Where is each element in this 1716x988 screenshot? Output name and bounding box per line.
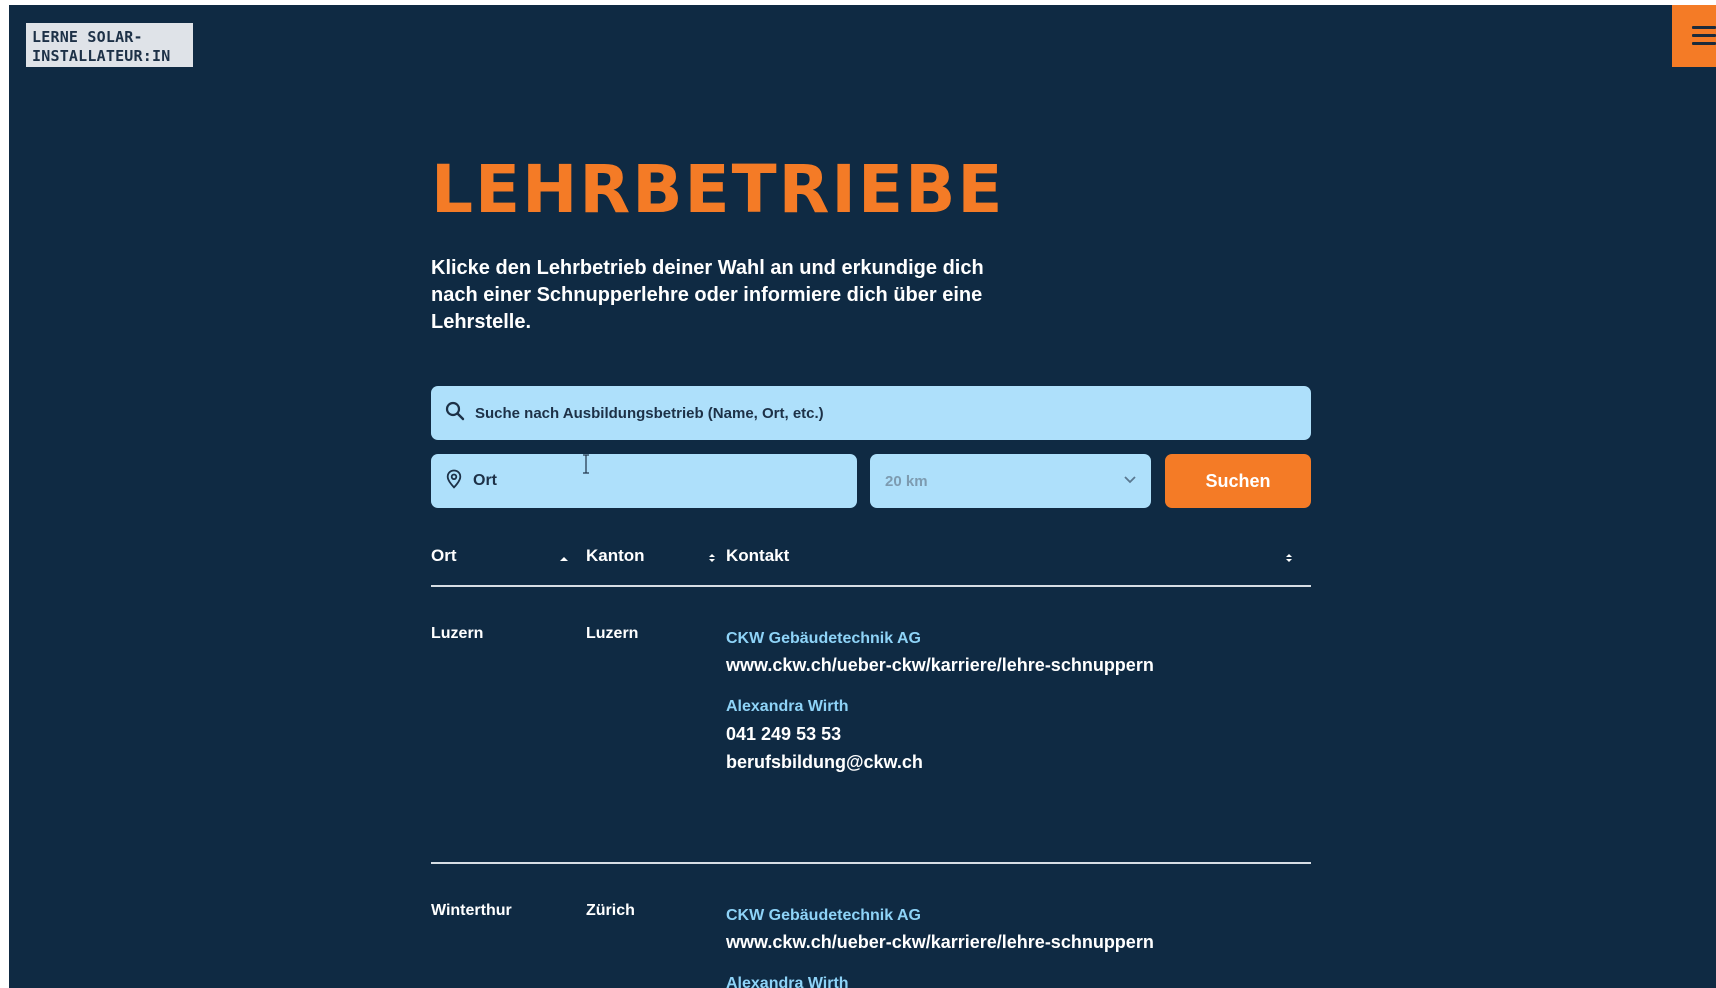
company-url-link[interactable]: www.ckw.ch/ueber-ckw/karriere/lehre-schn… [726, 652, 1154, 679]
sort-icon[interactable] [707, 551, 717, 569]
cell-kontakt: CKW Gebäudetechnik AG www.ckw.ch/ueber-c… [726, 625, 1154, 776]
company-url-link[interactable]: www.ckw.ch/ueber-ckw/karriere/lehre-schn… [726, 929, 1154, 956]
contact-email-link[interactable]: berufsbildung@ckw.ch [726, 748, 1154, 776]
column-header-kanton[interactable]: Kanton [586, 546, 645, 566]
row-divider [431, 862, 1311, 864]
sort-ascending-icon[interactable] [559, 551, 569, 569]
search-placeholder: Suche nach Ausbildungsbetrieb (Name, Ort… [475, 404, 824, 422]
location-value: Ort [473, 472, 497, 489]
company-link[interactable]: CKW Gebäudetechnik AG [726, 625, 1154, 652]
cell-kanton: Zürich [586, 902, 635, 919]
location-pin-icon [445, 469, 463, 494]
site-logo[interactable]: LERNE SOLAR- INSTALLATEUR:IN [26, 23, 193, 67]
intro-text: Klicke den Lehrbetrieb deiner Wahl an un… [431, 257, 984, 333]
search-button[interactable]: Suchen [1165, 454, 1311, 508]
table-header: Ort Kanton Kontakt [431, 546, 1311, 586]
radius-value: 20 km [885, 472, 928, 490]
column-header-kontakt[interactable]: Kontakt [726, 546, 789, 566]
text-cursor-icon [581, 453, 591, 475]
search-icon [445, 401, 465, 426]
cell-ort: Winterthur [431, 902, 512, 919]
sort-icon[interactable] [1284, 551, 1294, 569]
contact-person: Alexandra Wirth [726, 975, 849, 988]
page: LERNE SOLAR- INSTALLATEUR:IN LEHRBETRIEB… [9, 5, 1716, 988]
location-input[interactable]: Ort [431, 454, 857, 508]
cell-kontakt: CKW Gebäudetechnik AG www.ckw.ch/ueber-c… [726, 902, 1154, 988]
chevron-down-icon [1123, 472, 1137, 490]
radius-select[interactable]: 20 km [870, 454, 1151, 508]
menu-button[interactable] [1672, 5, 1716, 67]
search-input[interactable]: Suche nach Ausbildungsbetrieb (Name, Ort… [431, 386, 1311, 440]
logo-line-1: LERNE SOLAR- [32, 28, 143, 46]
page-title: LEHRBETRIEBE [431, 151, 1005, 228]
column-header-ort[interactable]: Ort [431, 546, 457, 566]
cell-ort: Luzern [431, 625, 484, 642]
cell-kanton: Luzern [586, 625, 639, 642]
company-link[interactable]: CKW Gebäudetechnik AG [726, 902, 1154, 929]
contact-phone-link[interactable]: 041 249 53 53 [726, 720, 1154, 748]
table-header-divider [431, 585, 1311, 587]
logo-line-2: INSTALLATEUR:IN [32, 47, 171, 65]
contact-person: Alexandra Wirth [726, 698, 849, 715]
